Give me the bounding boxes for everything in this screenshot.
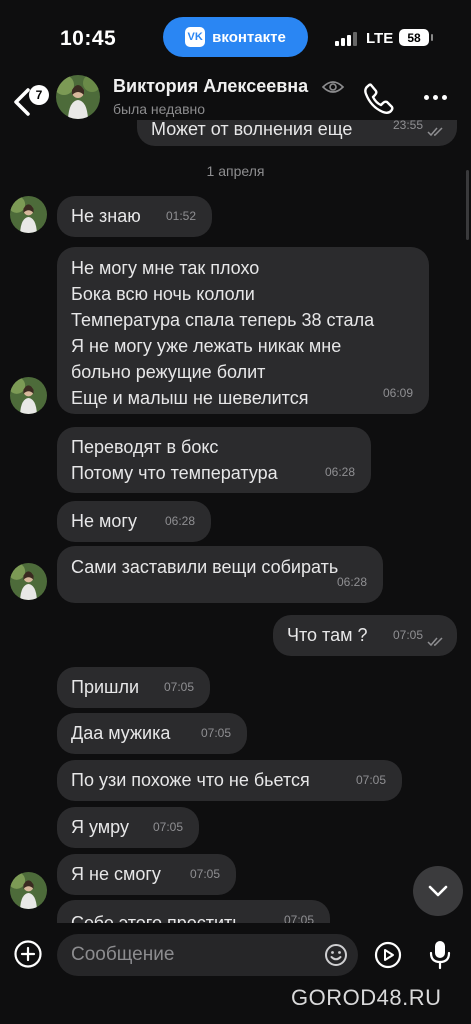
message-bubble-incoming[interactable]: Не могу мне так плохо Бока всю ночь коло… bbox=[57, 247, 429, 414]
message-bubble-incoming[interactable]: Не могу 06:28 bbox=[57, 501, 211, 542]
message-bubble-incoming[interactable]: Я не смогу 07:05 bbox=[57, 854, 236, 895]
watermark: GOROD48.RU bbox=[291, 985, 442, 1010]
message-time: 23:55 bbox=[392, 120, 423, 132]
vk-pill-label: вконтакте bbox=[212, 28, 286, 46]
vk-app-pill[interactable]: VK вконтакте bbox=[163, 17, 308, 57]
more-options-button[interactable] bbox=[420, 82, 450, 112]
message-bubble-outgoing[interactable]: Может от волнения еще 23:55 bbox=[137, 120, 457, 146]
sender-avatar[interactable] bbox=[10, 377, 47, 414]
eye-icon bbox=[321, 81, 345, 93]
message-bubble-incoming[interactable]: Пришли 07:05 bbox=[57, 667, 210, 708]
scrollbar[interactable] bbox=[466, 170, 469, 240]
microphone-icon[interactable] bbox=[429, 939, 451, 971]
message-time: 07:05 bbox=[163, 680, 194, 694]
message-time: 06:28 bbox=[164, 514, 195, 528]
scroll-down-button[interactable] bbox=[413, 866, 463, 916]
more-icon bbox=[423, 94, 429, 100]
status-time: 10:45 bbox=[60, 27, 117, 50]
message-time: 07:05 bbox=[152, 820, 183, 834]
sender-avatar[interactable] bbox=[10, 563, 47, 600]
vk-logo-icon: VK bbox=[185, 27, 206, 47]
sender-avatar[interactable] bbox=[10, 872, 47, 909]
message-time: 07:05 bbox=[392, 628, 423, 642]
emoji-icon[interactable] bbox=[324, 943, 348, 967]
status-bar: 10:45 VK вконтакте LTE 58 bbox=[0, 0, 471, 68]
message-bubble-incoming[interactable]: Сами заставили вещи собирать 06:28 bbox=[57, 546, 383, 603]
sender-avatar[interactable] bbox=[10, 196, 47, 233]
contact-avatar[interactable] bbox=[56, 75, 100, 119]
message-list[interactable]: Может от волнения еще 23:55 1 апреля Не … bbox=[0, 120, 471, 923]
network-type: LTE bbox=[366, 30, 394, 47]
message-time: 01:52 bbox=[165, 209, 196, 223]
message-input-placeholder: Сообщение bbox=[71, 944, 175, 965]
message-text: Не могу мне так плохо Бока всю ночь коло… bbox=[71, 258, 375, 408]
attach-plus-icon[interactable] bbox=[13, 939, 43, 969]
message-time: 07:05 bbox=[283, 913, 314, 923]
message-time: 07:05 bbox=[355, 773, 386, 787]
message-input[interactable]: Сообщение bbox=[57, 934, 358, 976]
message-bubble-incoming[interactable]: Не знаю 01:52 bbox=[57, 196, 212, 237]
read-check-icon bbox=[427, 637, 443, 647]
message-bubble-incoming[interactable]: По узи похоже что не бьется 07:05 bbox=[57, 760, 402, 801]
message-bubble-outgoing[interactable]: Что там ? 07:05 bbox=[273, 615, 457, 656]
message-bubble-incoming[interactable]: Себе этого простить 07:05 bbox=[57, 900, 330, 923]
back-button[interactable]: 7 bbox=[8, 80, 49, 120]
message-time: 06:28 bbox=[336, 575, 367, 589]
read-check-icon bbox=[427, 127, 443, 137]
video-message-icon[interactable] bbox=[374, 941, 402, 969]
unread-badge: 7 bbox=[29, 85, 49, 105]
contact-name[interactable]: Виктория Алексеевна bbox=[113, 76, 308, 97]
date-divider: 1 апреля bbox=[206, 163, 265, 179]
message-time: 06:28 bbox=[324, 465, 355, 479]
message-time: 07:05 bbox=[200, 726, 231, 740]
signal-icon bbox=[335, 31, 357, 46]
chevron-down-icon bbox=[428, 885, 448, 897]
contact-status: была недавно bbox=[113, 101, 206, 117]
phone-icon[interactable] bbox=[362, 81, 396, 115]
message-time: 06:09 bbox=[382, 386, 413, 400]
message-text: По узи похоже что не бьется bbox=[71, 770, 310, 790]
message-bubble-incoming[interactable]: Я умру 07:05 bbox=[57, 807, 199, 848]
message-bubble-incoming[interactable]: Переводят в бокс Потому что температура … bbox=[57, 427, 371, 493]
battery-level: 58 bbox=[407, 30, 421, 45]
battery-icon: 58 bbox=[399, 29, 433, 46]
message-time: 07:05 bbox=[189, 867, 220, 881]
message-bubble-incoming[interactable]: Даа мужика 07:05 bbox=[57, 713, 247, 754]
